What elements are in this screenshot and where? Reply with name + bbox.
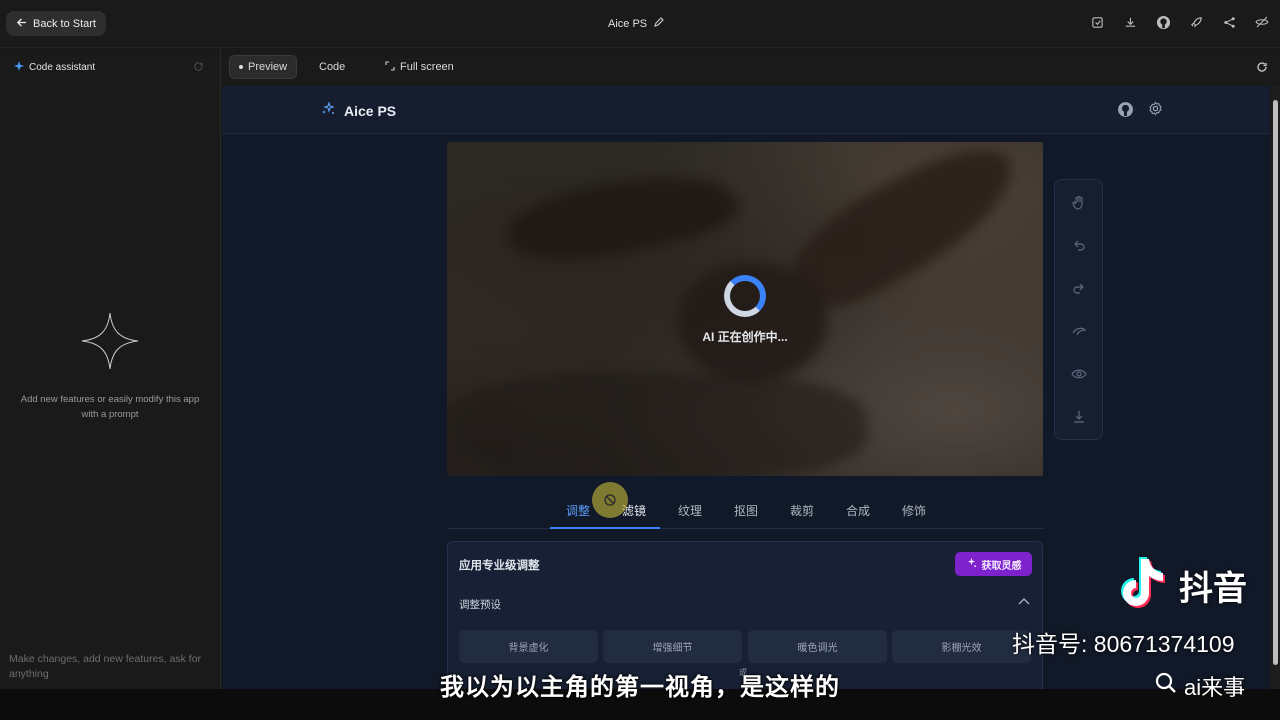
tab-full-screen[interactable]: Full screen bbox=[376, 55, 463, 79]
rocket-icon[interactable] bbox=[1188, 14, 1204, 30]
reload-icon[interactable] bbox=[1256, 60, 1268, 78]
expand-icon bbox=[385, 60, 395, 74]
undo-icon[interactable] bbox=[1067, 234, 1091, 258]
hide-icon[interactable] bbox=[1254, 14, 1270, 30]
preset-section-label[interactable]: 调整预设 bbox=[459, 597, 501, 612]
image-canvas[interactable]: AI 正在创作中... bbox=[447, 142, 1043, 476]
douyin-account-id: 抖音号: 80671374109 bbox=[1012, 631, 1235, 657]
preview-toolbar: Preview Code Full screen bbox=[222, 49, 1280, 85]
canvas-toolbar bbox=[1054, 179, 1103, 440]
code-assistant-header: Code assistant bbox=[14, 61, 95, 74]
back-label: Back to Start bbox=[33, 17, 96, 30]
search-icon bbox=[1154, 671, 1178, 701]
redo-icon[interactable] bbox=[1067, 277, 1091, 301]
tab-retouch[interactable]: 修饰 bbox=[886, 502, 942, 519]
app-header: Aice PS bbox=[222, 86, 1270, 134]
arrow-left-icon bbox=[16, 17, 27, 31]
tab-cutout[interactable]: 抠图 bbox=[718, 502, 774, 519]
douyin-watermark: 抖音 bbox=[1117, 555, 1247, 616]
loading-spinner bbox=[724, 275, 766, 317]
active-tab-indicator bbox=[550, 527, 660, 529]
sparkles-icon bbox=[966, 557, 977, 571]
four-point-star-icon bbox=[80, 311, 140, 376]
back-to-start-button[interactable]: Back to Start bbox=[6, 11, 106, 36]
tab-texture[interactable]: 纹理 bbox=[662, 502, 718, 519]
magic-sparkles-icon bbox=[320, 101, 336, 120]
loading-text: AI 正在创作中... bbox=[702, 330, 788, 344]
preview-scrollbar[interactable] bbox=[1271, 86, 1280, 689]
settings-icon[interactable] bbox=[1148, 101, 1163, 123]
github-icon[interactable] bbox=[1155, 14, 1171, 30]
douyin-brand-text: 抖音 bbox=[1179, 570, 1247, 608]
tab-code[interactable]: Code bbox=[310, 55, 354, 79]
video-subtitle: 我以为以主角的第一视角，是这样的 bbox=[440, 674, 840, 701]
app-preview-frame: Aice PS AI 正在创作中... 调整 滤镜 纹理 抠图 裁剪 合成 修饰… bbox=[222, 86, 1270, 689]
edit-tabs: 调整 滤镜 纹理 抠图 裁剪 合成 修饰 bbox=[447, 498, 1043, 529]
dot-icon bbox=[239, 65, 243, 69]
pencil-icon[interactable] bbox=[653, 16, 665, 31]
preset-bokeh-button[interactable]: 背景虚化 bbox=[459, 630, 598, 663]
panel-title: 应用专业级调整 bbox=[459, 560, 540, 572]
tab-preview[interactable]: Preview bbox=[229, 55, 298, 79]
project-title[interactable]: Aice PS bbox=[608, 16, 665, 31]
scroll-thumb[interactable] bbox=[1273, 100, 1278, 665]
douyin-search: ai来事 bbox=[1154, 670, 1245, 702]
github-icon[interactable] bbox=[1117, 101, 1134, 123]
app-brand: Aice PS bbox=[320, 101, 396, 120]
sparkle-icon bbox=[14, 61, 24, 74]
get-inspiration-button[interactable]: 获取灵感 bbox=[955, 552, 1032, 576]
download-icon[interactable] bbox=[1122, 14, 1138, 30]
share-icon[interactable] bbox=[1221, 14, 1237, 30]
eye-icon[interactable] bbox=[1067, 362, 1091, 386]
tab-compose[interactable]: 合成 bbox=[830, 502, 886, 519]
chevron-up-icon[interactable] bbox=[1018, 597, 1030, 608]
preset-warm-button[interactable]: 暖色调光 bbox=[748, 630, 887, 663]
preset-studio-button[interactable]: 影棚光效 bbox=[892, 630, 1031, 663]
top-bar: Back to Start Aice PS bbox=[0, 0, 1280, 48]
tab-crop[interactable]: 裁剪 bbox=[774, 502, 830, 519]
mouse-cursor-highlight bbox=[592, 482, 628, 518]
download-icon[interactable] bbox=[1067, 405, 1091, 429]
preset-detail-button[interactable]: 增强细节 bbox=[603, 630, 742, 663]
save-icon[interactable] bbox=[1089, 14, 1105, 30]
code-assistant-sidebar: Code assistant Add new features or easil… bbox=[0, 49, 221, 689]
empty-state-text: Add new features or easily modify this a… bbox=[20, 394, 200, 420]
refresh-icon[interactable] bbox=[193, 61, 204, 75]
hand-icon[interactable] bbox=[1067, 191, 1091, 215]
compare-icon[interactable] bbox=[1067, 320, 1091, 344]
douyin-logo-icon bbox=[1117, 555, 1169, 616]
